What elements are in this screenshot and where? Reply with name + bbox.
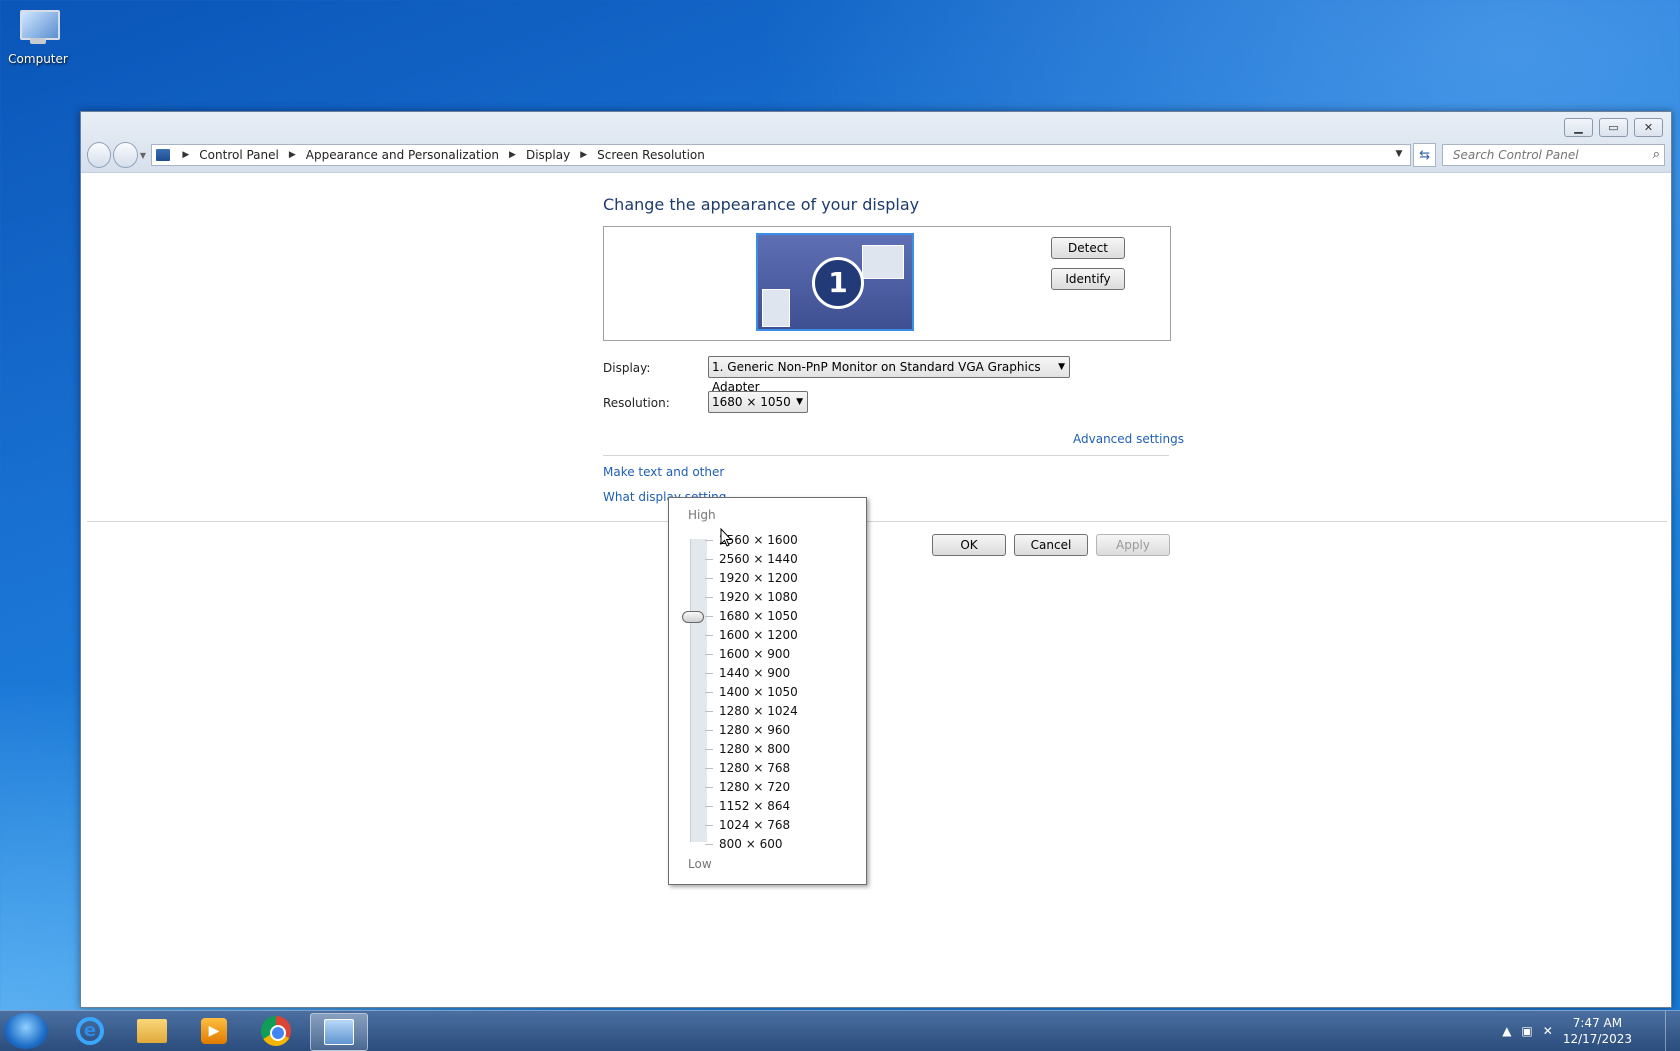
breadcrumb-control-panel[interactable]: Control Panel — [193, 148, 285, 162]
high-label: High — [688, 508, 716, 522]
network-icon[interactable]: ▣ — [1521, 1024, 1532, 1038]
search-box[interactable]: ⌕ — [1441, 144, 1666, 166]
search-input[interactable] — [1450, 147, 1655, 163]
resolution-label: Resolution: — [603, 396, 670, 410]
divider — [603, 455, 1169, 456]
clock[interactable]: 7:47 AM 12/17/2023 — [1563, 1015, 1632, 1047]
resolution-option[interactable]: 1400 × 1050 — [705, 683, 798, 702]
monitor-1-tile[interactable]: 1 — [756, 233, 914, 331]
taskbar-internet-explorer[interactable]: e — [62, 1013, 118, 1049]
resolution-option[interactable]: 1440 × 900 — [705, 664, 798, 683]
display-value: 1. Generic Non-PnP Monitor on Standard V… — [712, 360, 1041, 394]
breadcrumb-screen-resolution[interactable]: Screen Resolution — [591, 148, 711, 162]
resolution-option-selected[interactable]: 1680 × 1050 — [705, 607, 798, 626]
minimize-button[interactable]: ▁ — [1564, 118, 1593, 137]
breadcrumb-display[interactable]: Display — [520, 148, 576, 162]
address-bar[interactable]: ▶ Control Panel ▶ Appearance and Persona… — [151, 144, 1412, 166]
resolution-option[interactable]: 1600 × 900 — [705, 645, 798, 664]
chrome-icon — [261, 1016, 291, 1046]
detect-button[interactable]: Detect — [1051, 237, 1125, 259]
resolution-option[interactable]: 2560 × 1440 — [705, 550, 798, 569]
taskbar-file-explorer[interactable] — [124, 1013, 180, 1049]
display-select[interactable]: 1. Generic Non-PnP Monitor on Standard V… — [708, 356, 1070, 394]
taskbar-media-player[interactable]: ▶ — [186, 1013, 242, 1049]
search-icon[interactable]: ⌕ — [1653, 147, 1660, 162]
resolution-option[interactable]: 1280 × 960 — [705, 721, 798, 740]
advanced-settings-link[interactable]: Advanced settings — [1073, 432, 1184, 446]
resolution-option[interactable]: 1280 × 1024 — [705, 702, 798, 721]
resolution-option[interactable]: 1280 × 720 — [705, 778, 798, 797]
chevron-right-icon[interactable]: ▶ — [576, 150, 591, 160]
computer-icon — [16, 8, 60, 48]
content-area: Change the appearance of your display 1 … — [81, 173, 1671, 1007]
chevron-right-icon[interactable]: ▶ — [285, 150, 300, 160]
identify-button[interactable]: Identify — [1051, 268, 1125, 290]
monitor-number: 1 — [812, 257, 864, 309]
resolution-slider-track[interactable] — [690, 539, 707, 842]
chevron-right-icon[interactable]: ▶ — [505, 150, 520, 160]
ok-button[interactable]: OK — [932, 534, 1006, 556]
chevron-down-icon: ▼ — [796, 397, 803, 407]
volume-muted-icon[interactable]: ✕ — [1543, 1024, 1553, 1038]
start-button[interactable] — [4, 1013, 48, 1049]
resolution-options: 2560 × 1600 2560 × 1440 1920 × 1200 1920… — [705, 531, 798, 854]
chevron-down-icon: ▼ — [1058, 362, 1065, 372]
refresh-button[interactable]: ⇆ — [1413, 143, 1436, 167]
title-bar: ▁ ▭ ✕ ▼ ▶ Control Panel ▶ Appearance and… — [81, 112, 1671, 173]
taskbar-control-panel[interactable] — [310, 1013, 368, 1051]
resolution-value: 1680 × 1050 — [712, 395, 791, 409]
address-dropdown-icon[interactable]: ▼ — [1395, 149, 1402, 159]
system-tray: ▲ ▣ ✕ 7:47 AM 12/17/2023 — [1502, 1011, 1632, 1051]
chevron-right-icon[interactable]: ▶ — [178, 150, 193, 160]
recent-pages-dropdown[interactable]: ▼ — [140, 151, 147, 160]
screen-resolution-window: ▁ ▭ ✕ ▼ ▶ Control Panel ▶ Appearance and… — [80, 111, 1672, 1008]
forward-button[interactable] — [113, 142, 138, 168]
resolution-slider-thumb[interactable] — [682, 611, 704, 623]
resolution-select[interactable]: 1680 × 1050 ▼ — [708, 391, 808, 413]
folder-icon — [137, 1019, 167, 1043]
internet-explorer-icon: e — [76, 1017, 104, 1045]
resolution-option[interactable]: 1152 × 864 — [705, 797, 798, 816]
media-player-icon: ▶ — [201, 1018, 227, 1044]
mouse-cursor-icon — [720, 528, 732, 547]
taskbar-chrome[interactable] — [248, 1013, 304, 1049]
resolution-option[interactable]: 1920 × 1200 — [705, 569, 798, 588]
resolution-dropdown: High 2560 × 1600 2560 × 1440 1920 × 1200… — [668, 497, 867, 885]
show-desktop-button[interactable] — [1665, 1011, 1680, 1051]
monitor-preview: 1 Detect Identify — [603, 226, 1171, 341]
control-panel-icon — [324, 1019, 354, 1045]
show-hidden-icons-icon[interactable]: ▲ — [1502, 1024, 1511, 1038]
cancel-button[interactable]: Cancel — [1014, 534, 1088, 556]
taskbar: e ▶ ▲ ▣ ✕ 7:47 AM 12/17/2023 — [0, 1010, 1680, 1051]
close-button[interactable]: ✕ — [1634, 118, 1663, 137]
resolution-option[interactable]: 800 × 600 — [705, 835, 798, 854]
clock-time: 7:47 AM — [1572, 1016, 1623, 1030]
clock-date: 12/17/2023 — [1562, 1032, 1632, 1046]
make-text-larger-link[interactable]: Make text and other — [603, 465, 724, 479]
page-title: Change the appearance of your display — [603, 195, 920, 214]
resolution-option[interactable]: 1280 × 768 — [705, 759, 798, 778]
navigation-bar: ▼ ▶ Control Panel ▶ Appearance and Perso… — [87, 142, 1666, 168]
display-label: Display: — [603, 361, 651, 375]
desktop-icon-computer[interactable]: Computer — [6, 8, 70, 66]
resolution-option[interactable]: 1280 × 800 — [705, 740, 798, 759]
breadcrumb-appearance[interactable]: Appearance and Personalization — [300, 148, 505, 162]
maximize-button[interactable]: ▭ — [1599, 118, 1628, 137]
resolution-option[interactable]: 1600 × 1200 — [705, 626, 798, 645]
back-button[interactable] — [87, 142, 112, 168]
window-controls: ▁ ▭ ✕ — [1564, 118, 1663, 137]
resolution-option[interactable]: 1920 × 1080 — [705, 588, 798, 607]
resolution-option[interactable]: 1024 × 768 — [705, 816, 798, 835]
divider — [87, 521, 1667, 522]
apply-button[interactable]: Apply — [1096, 534, 1170, 556]
control-panel-icon — [156, 149, 171, 161]
low-label: Low — [688, 857, 712, 871]
desktop-icon-label: Computer — [8, 52, 68, 66]
